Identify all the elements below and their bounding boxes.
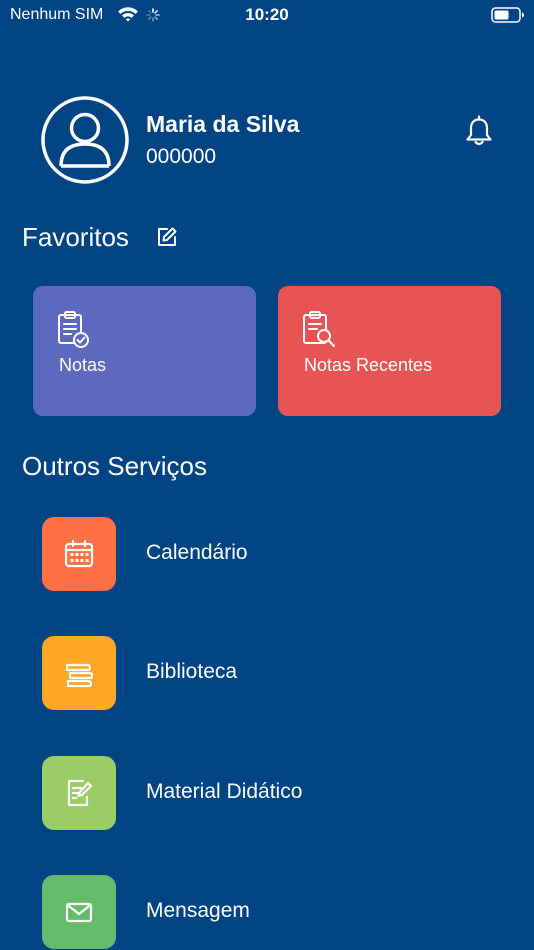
envelope-icon xyxy=(65,902,93,923)
avatar[interactable] xyxy=(41,96,129,184)
document-edit-icon xyxy=(67,779,93,807)
service-item-material-didatico[interactable]: Material Didático xyxy=(0,756,534,830)
books-icon xyxy=(65,663,94,688)
favorites-title: Favoritos xyxy=(22,222,129,252)
user-name: Maria da Silva xyxy=(146,111,300,137)
edit-favorites-icon[interactable] xyxy=(156,226,178,253)
bell-icon[interactable] xyxy=(464,115,494,152)
service-label: Biblioteca xyxy=(146,660,238,683)
service-item-mensagem[interactable]: Mensagem xyxy=(0,875,534,949)
service-label: Mensagem xyxy=(146,899,250,922)
other-services-title: Outros Serviços xyxy=(22,451,207,481)
service-label: Material Didático xyxy=(146,780,303,803)
user-id: 000000 xyxy=(146,145,217,168)
battery-icon xyxy=(491,7,525,28)
favorite-card-label: Notas Recentes xyxy=(304,355,433,375)
status-time: 10:20 xyxy=(245,5,289,24)
favorite-card-notas-recentes[interactable]: Notas Recentes xyxy=(278,286,501,416)
favorite-card-notas[interactable]: Notas xyxy=(33,286,256,416)
service-tile xyxy=(42,517,116,591)
service-tile xyxy=(42,636,116,710)
service-item-calendario[interactable]: Calendário xyxy=(0,517,534,591)
service-tile xyxy=(42,875,116,949)
clipboard-check-icon xyxy=(57,310,91,353)
status-bar: Nenhum SIM 10:20 xyxy=(0,0,534,30)
favorite-card-label: Notas xyxy=(59,355,107,375)
calendar-icon xyxy=(64,539,94,568)
clipboard-search-icon xyxy=(302,310,338,353)
service-label: Calendário xyxy=(146,541,248,564)
service-tile xyxy=(42,756,116,830)
service-item-biblioteca[interactable]: Biblioteca xyxy=(0,636,534,710)
